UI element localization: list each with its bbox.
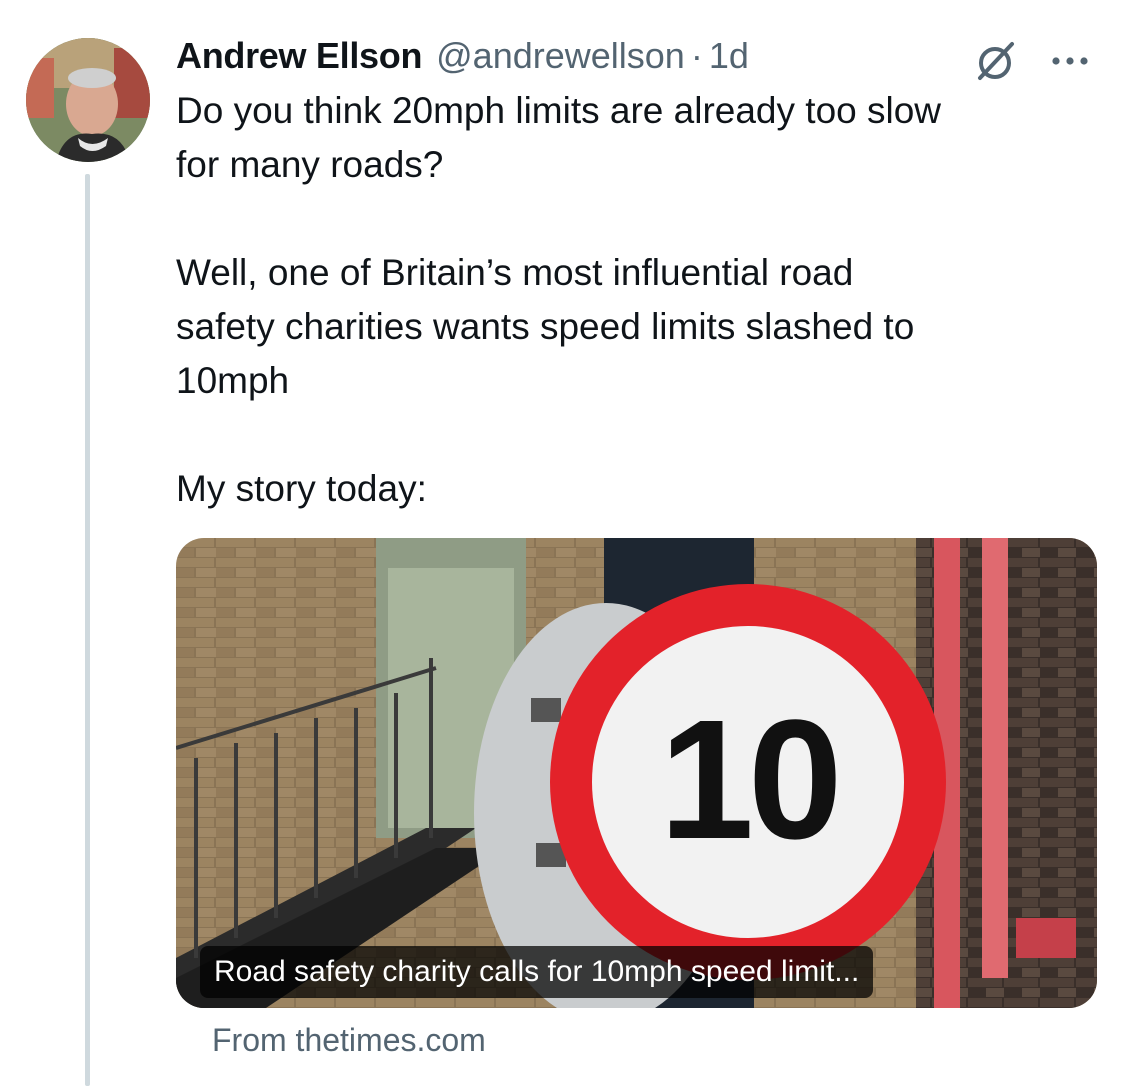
grok-slash-icon[interactable]	[970, 36, 1020, 86]
sign-number: 10	[659, 685, 836, 875]
tweet-header: Andrew Ellson @andrewellson · 1d	[176, 30, 749, 82]
tweet-timestamp[interactable]: 1d	[709, 35, 749, 77]
tweet-line: for many roads?	[176, 144, 444, 185]
tweet-line: safety charities wants speed limits slas…	[176, 306, 915, 347]
tweet-line: Do you think 20mph limits are already to…	[176, 90, 942, 131]
avatar-photo	[26, 38, 150, 162]
tweet-line: Well, one of Britain’s most influential …	[176, 252, 854, 293]
tweet-line: 10mph	[176, 360, 290, 401]
author-name[interactable]: Andrew Ellson	[176, 35, 422, 77]
thread-line	[85, 174, 90, 1086]
tweet-line: My story today:	[176, 468, 427, 509]
card-title[interactable]: Road safety charity calls for 10mph spee…	[200, 946, 874, 998]
card-source[interactable]: From thetimes.com	[212, 1018, 486, 1062]
separator-dot: ·	[690, 35, 703, 76]
tweet-text: Do you think 20mph limits are already to…	[176, 84, 1106, 516]
author-handle[interactable]: @andrewellson	[436, 35, 685, 77]
avatar[interactable]	[26, 38, 150, 162]
more-dots-icon[interactable]	[1045, 36, 1095, 86]
card-image: 10	[176, 538, 1097, 1008]
link-card[interactable]: 10 Road safety charity calls for 10mph s…	[176, 538, 1097, 1008]
